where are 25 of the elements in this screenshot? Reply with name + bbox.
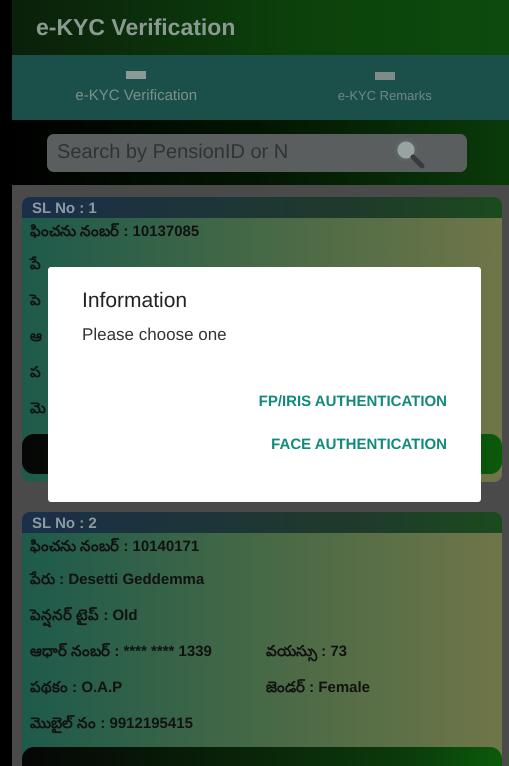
field-text: మె	[30, 400, 46, 419]
tab-icon	[374, 72, 395, 80]
dialog-title: Information	[82, 289, 188, 313]
tab-icon	[126, 71, 146, 79]
dialog-message: Please choose one	[82, 325, 228, 345]
field-text: జెండర్ : Female	[266, 679, 370, 698]
field-text: ఫించను నంబర్ : 10140171	[30, 538, 200, 557]
field-text: ఫించను నంబర్ : 10137085	[30, 223, 200, 242]
field-text: ప	[30, 364, 41, 383]
dialog-button[interactable]: FACE AUTHENTICATION	[271, 430, 447, 459]
field-text: ఆధార్ నంబర్ : **** **** 1339	[30, 643, 213, 662]
serial-number: SL No : 1	[22, 197, 502, 218]
field-text: పే	[30, 256, 41, 275]
app-title: e-KYC Verification	[36, 14, 236, 41]
field-text: మొబైల్ నం : 9912195415	[30, 715, 193, 735]
field-text: పె	[30, 292, 41, 311]
serial-number: SL No : 2	[22, 512, 502, 533]
field-text: పెన్షనర్ టైప్ : Old	[30, 607, 138, 627]
tab[interactable]: e-KYC Remarks	[260, 55, 509, 120]
field-text: పేరు : Desetti Geddemma	[30, 571, 204, 590]
field-text: ఆ	[30, 328, 42, 347]
field-text: పథకం : O.A.P	[30, 679, 124, 698]
field-text: వయస్సు : 73	[266, 643, 348, 663]
dialog-button[interactable]: FP/IRIS AUTHENTICATION	[258, 387, 447, 416]
tab[interactable]: e-KYC Verification	[12, 55, 260, 120]
